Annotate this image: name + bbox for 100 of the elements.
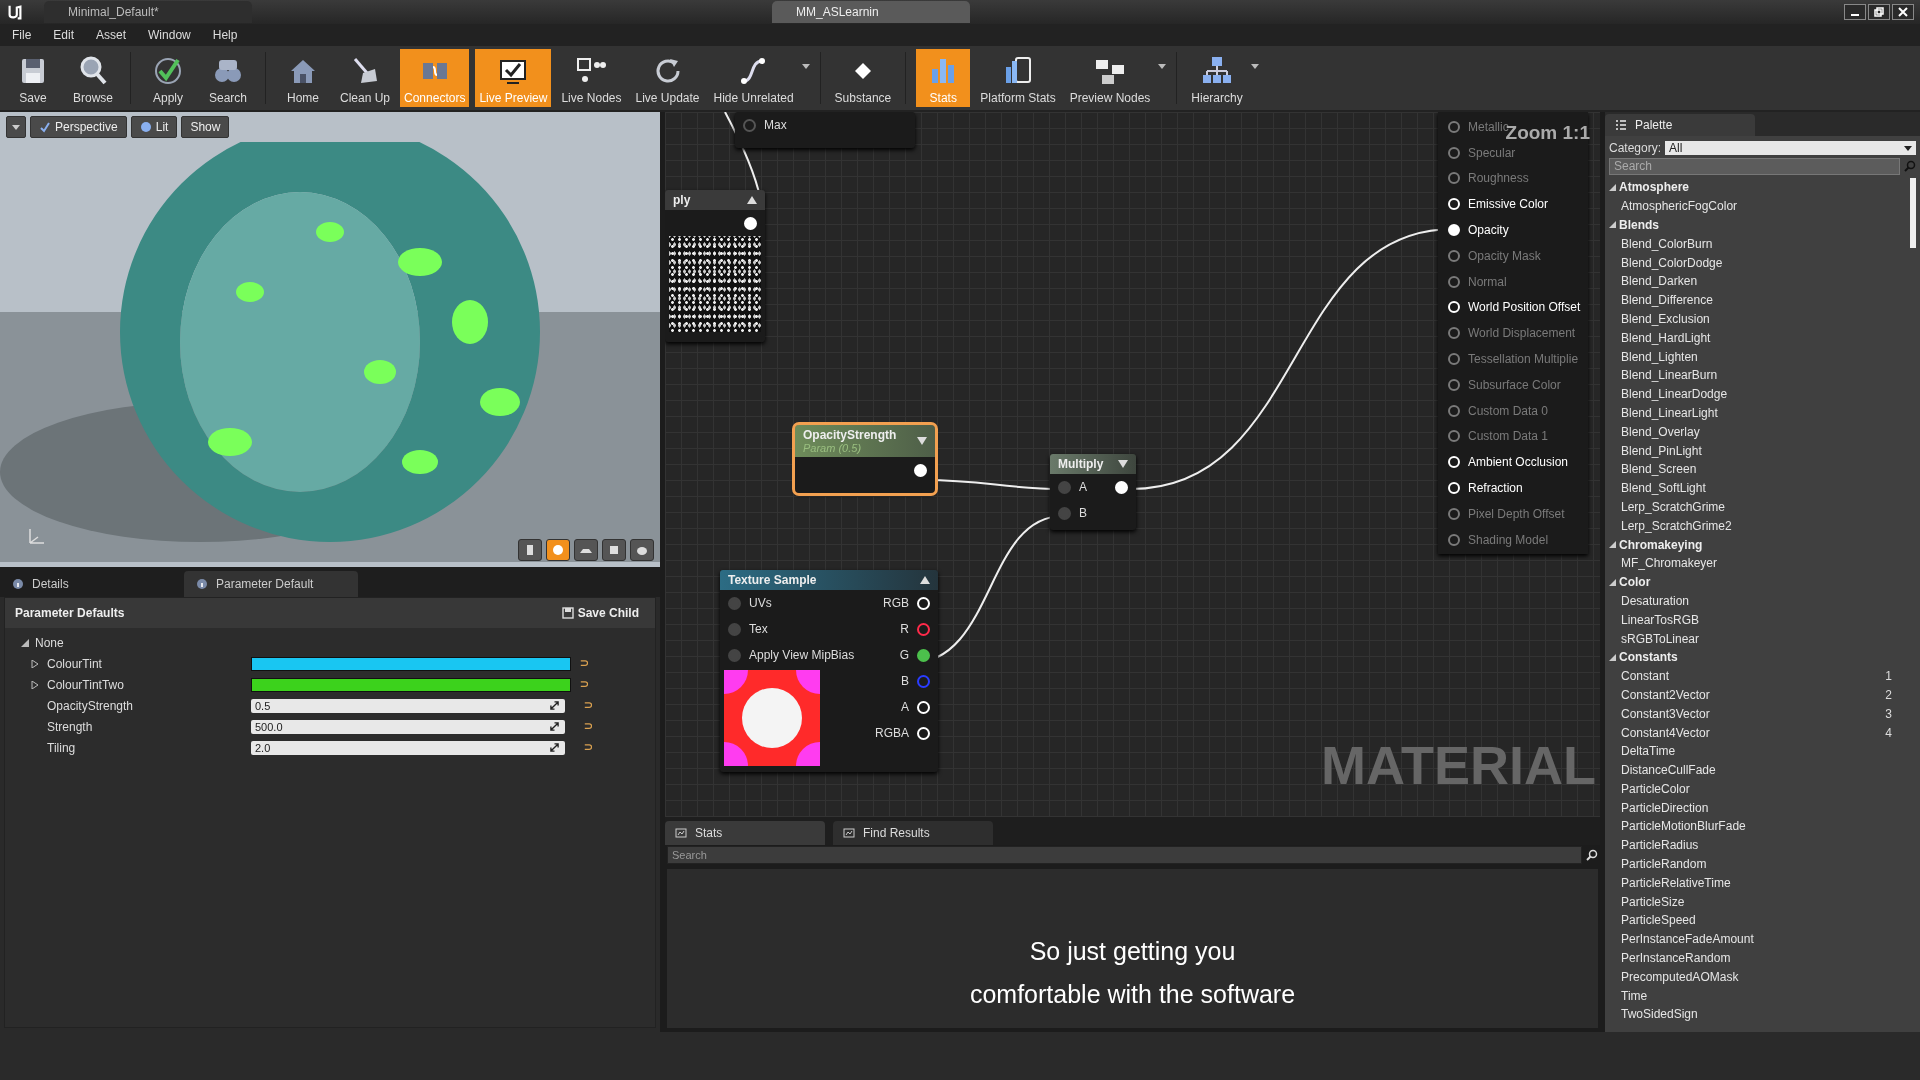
- toolbar-button[interactable]: Preview Nodes: [1065, 49, 1155, 107]
- input-pin-icon[interactable]: [1448, 430, 1460, 443]
- material-output-node[interactable]: [1438, 112, 1588, 554]
- palette-item[interactable]: ParticleRandom: [1621, 857, 1707, 872]
- palette-item[interactable]: sRGBToLinear: [1621, 631, 1700, 646]
- palette-item[interactable]: Blend_Screen: [1621, 462, 1697, 477]
- palette-item[interactable]: Blend_LinearDodge: [1621, 387, 1728, 402]
- menu-item[interactable]: File: [12, 28, 32, 42]
- palette-item[interactable]: ParticleDirection: [1621, 800, 1709, 815]
- palette-item[interactable]: Blend_ColorDodge: [1621, 255, 1723, 270]
- caret-icon[interactable]: [1158, 63, 1167, 69]
- viewport-button[interactable]: Perspective: [30, 116, 127, 138]
- palette-tab[interactable]: Palette: [1605, 114, 1755, 136]
- palette-item[interactable]: TwoSidedSign: [1621, 1007, 1698, 1022]
- graph-node[interactable]: Max: [735, 112, 915, 148]
- palette-item[interactable]: ParticleRelativeTime: [1621, 875, 1731, 890]
- palette-item[interactable]: DistanceCullFade: [1621, 763, 1716, 778]
- toolbar-button[interactable]: Live Update: [631, 49, 704, 107]
- document-tab[interactable]: Minimal_Default*: [44, 1, 252, 23]
- viewport-button[interactable]: Lit: [130, 116, 178, 138]
- input-pin-icon[interactable]: [1448, 507, 1460, 520]
- toolbar-button[interactable]: Save: [6, 49, 60, 107]
- palette-item[interactable]: MF_Chromakeyer: [1621, 556, 1718, 571]
- preview-shape-button[interactable]: [518, 539, 542, 561]
- input-pin-icon[interactable]: [743, 118, 756, 132]
- expand-icon[interactable]: [550, 743, 559, 752]
- palette-category[interactable]: Color: [1609, 572, 1906, 592]
- expand-arrow-icon[interactable]: [31, 659, 39, 668]
- palette-item[interactable]: ParticleMotionBlurFade: [1621, 819, 1746, 834]
- palette-item[interactable]: Blend_Overlay: [1621, 424, 1700, 439]
- document-tab[interactable]: MM_ASLearnin: [772, 1, 970, 23]
- toolbar-button[interactable]: Search: [201, 49, 255, 107]
- preview-shape-button[interactable]: [602, 539, 626, 561]
- number-field[interactable]: 0.5: [251, 698, 565, 713]
- minimize-button[interactable]: [1844, 4, 1866, 20]
- graph-node[interactable]: OpacityStrength Param (0.5): [795, 425, 935, 493]
- graph-node[interactable]: ply: [665, 190, 765, 342]
- viewport-button[interactable]: Show: [181, 116, 230, 138]
- toolbar-button[interactable]: Browse: [66, 49, 120, 107]
- palette-item[interactable]: Desaturation: [1621, 593, 1690, 608]
- palette-item[interactable]: AtmosphericFogColor: [1621, 199, 1738, 214]
- input-pin-icon[interactable]: [1058, 480, 1071, 494]
- palette-item[interactable]: Time: [1621, 988, 1648, 1003]
- palette-item[interactable]: Blend_LinearBurn: [1621, 368, 1718, 383]
- graph-node[interactable]: Texture Sample UVs Tex Apply View MipBias RGB R G B A RGBA: [720, 570, 938, 772]
- input-pin-icon[interactable]: [1448, 275, 1460, 288]
- input-pin-icon[interactable]: [1448, 353, 1460, 366]
- preview-shape-button[interactable]: [546, 539, 570, 561]
- toolbar-button[interactable]: Platform Stats: [976, 49, 1060, 107]
- expand-arrow-icon[interactable]: [917, 437, 927, 445]
- panel-tab[interactable]: Stats: [665, 821, 825, 845]
- search-field[interactable]: Search: [1609, 157, 1900, 175]
- reset-icon[interactable]: [583, 743, 592, 752]
- input-pin-icon[interactable]: [728, 622, 741, 636]
- palette-item[interactable]: Blend_Lighten: [1621, 349, 1698, 364]
- restore-button[interactable]: [1868, 4, 1890, 20]
- palette-item[interactable]: Constant: [1621, 669, 1670, 684]
- panel-tab[interactable]: Find Results: [833, 821, 993, 845]
- palette-item[interactable]: ParticleSize: [1621, 894, 1685, 909]
- save-child-button[interactable]: Save Child: [555, 605, 645, 621]
- menu-item[interactable]: Help: [212, 28, 238, 42]
- expand-arrow-icon[interactable]: [31, 680, 39, 689]
- color-swatch[interactable]: [251, 656, 571, 671]
- palette-category[interactable]: Atmosphere: [1609, 178, 1906, 197]
- number-field[interactable]: 500.0: [251, 719, 565, 734]
- preview-shape-button[interactable]: [630, 539, 654, 561]
- toolbar-button[interactable]: Hide Unrelated: [709, 49, 798, 107]
- toolbar-button[interactable]: Home: [276, 49, 330, 107]
- palette-item[interactable]: Blend_Difference: [1621, 293, 1713, 308]
- input-pin-icon[interactable]: [1448, 146, 1460, 159]
- palette-item[interactable]: Blend_SoftLight: [1621, 481, 1706, 496]
- graph-node[interactable]: Multiply A B: [1050, 454, 1136, 530]
- menu-item[interactable]: Window: [148, 28, 191, 42]
- collapse-arrow-icon[interactable]: [920, 576, 930, 584]
- palette-item[interactable]: Constant3Vector: [1621, 706, 1710, 721]
- scrollbar-thumb[interactable]: [1910, 178, 1916, 248]
- input-pin-icon[interactable]: [1448, 533, 1460, 546]
- search-field[interactable]: Search: [667, 846, 1582, 864]
- collapse-arrow-icon[interactable]: [747, 196, 757, 204]
- caret-icon[interactable]: [1250, 63, 1259, 69]
- expand-arrow-icon[interactable]: [1118, 460, 1128, 468]
- expand-icon[interactable]: [550, 722, 559, 731]
- palette-item[interactable]: PrecomputedAOMask: [1621, 969, 1739, 984]
- input-pin-icon[interactable]: [1058, 506, 1071, 520]
- caret-icon[interactable]: [801, 63, 810, 69]
- expand-icon[interactable]: [550, 701, 559, 710]
- toolbar-button[interactable]: Substance: [830, 49, 896, 107]
- palette-item[interactable]: ParticleRadius: [1621, 838, 1699, 853]
- palette-item[interactable]: Blend_Darken: [1621, 274, 1698, 289]
- palette-item[interactable]: Blend_ColorBurn: [1621, 236, 1713, 251]
- palette-item[interactable]: Lerp_ScratchGrime: [1621, 499, 1726, 514]
- input-pin-icon[interactable]: [1448, 172, 1460, 185]
- reset-icon[interactable]: [579, 659, 588, 668]
- palette-category[interactable]: Constants: [1609, 647, 1906, 667]
- input-pin-icon[interactable]: [1448, 378, 1460, 391]
- input-pin-icon[interactable]: [1448, 404, 1460, 417]
- palette-category[interactable]: Chromakeying: [1609, 535, 1906, 554]
- expand-arrow-icon[interactable]: [21, 638, 29, 647]
- close-button[interactable]: [1892, 4, 1914, 20]
- input-pin-icon[interactable]: [728, 596, 741, 610]
